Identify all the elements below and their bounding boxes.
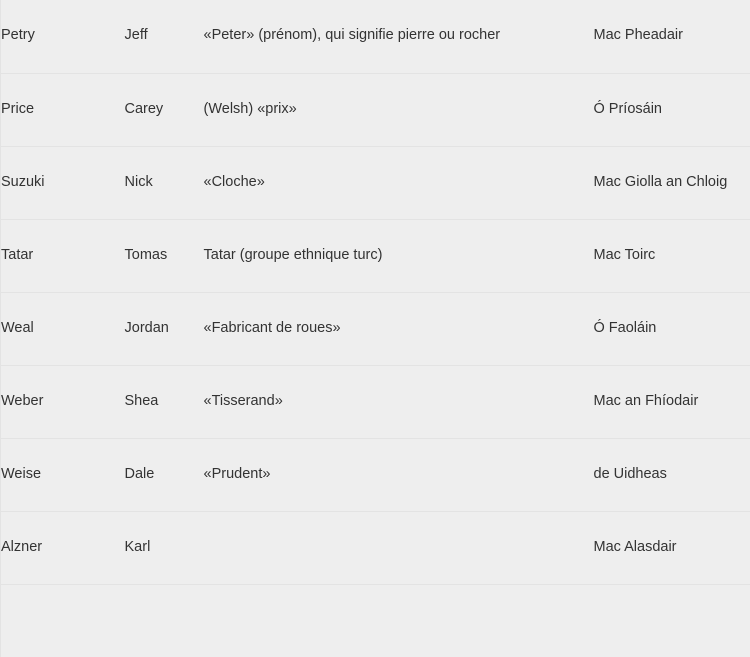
irish-text: Ó Príosáin [594,101,663,117]
cell-meaning: (Welsh) «prix» [204,73,594,146]
cell-surname: Weber [1,365,125,438]
cell-firstname: Dale [125,438,204,511]
cell-firstname: Shea [125,365,204,438]
cell-irish: Mac Alasdair [594,511,750,584]
meaning-text: «Fabricant de roues» [204,320,341,336]
table-row: Price Carey (Welsh) «prix» Ó Príosáin [1,73,750,146]
cell-meaning: «Prudent» [204,438,594,511]
surname-text: Suzuki [1,174,45,190]
cell-surname: Weal [1,292,125,365]
cell-meaning: «Tisserand» [204,365,594,438]
cell-surname: Price [1,73,125,146]
cell-irish: Mac Toirc [594,219,750,292]
table-row: Petry Jeff «Peter» (prénom), qui signifie … [1,0,750,73]
cell-meaning: «Cloche» [204,146,594,219]
meaning-text: Tatar (groupe ethnique turc) [204,247,383,263]
irish-text: Mac Pheadair [594,27,683,43]
cell-irish: Ó Príosáin [594,73,750,146]
table-row: Tatar Tomas Tatar (groupe ethnique turc) Ma… [1,219,750,292]
surname-text: Petry [1,27,35,43]
firstname-text: Tomas [125,247,168,263]
cell-surname: Alzner [1,511,125,584]
surname-text: Weise [1,466,41,482]
irish-text: Mac Toirc [594,247,656,263]
surname-text: Price [1,101,34,117]
table-row [1,584,750,657]
firstname-text: Dale [125,466,155,482]
cell-firstname [125,584,204,657]
cell-surname: Suzuki [1,146,125,219]
irish-text: Mac an Fhíodair [594,393,699,409]
table-row: Weber Shea «Tisserand» Mac an Fhíodair [1,365,750,438]
irish-text: Mac Alasdair [594,539,677,555]
cell-irish: Ó Faoláin [594,292,750,365]
surname-text: Weal [1,320,34,336]
firstname-text: Carey [125,101,164,117]
cell-irish: Mac Pheadair [594,0,750,73]
cell-firstname: Karl [125,511,204,584]
cell-irish: Mac an Fhíodair [594,365,750,438]
cell-meaning: «Peter» (prénom), qui signifie pierre ou… [204,0,594,73]
irish-text: de Uidheas [594,466,667,482]
table-row: Alzner Karl Mac Alasdair [1,511,750,584]
cell-firstname: Carey [125,73,204,146]
table-row: Weal Jordan «Fabricant de roues» Ó Faoláin [1,292,750,365]
meaning-text: «Cloche» [204,174,265,190]
cell-meaning: «Fabricant de roues» [204,292,594,365]
cell-surname [1,584,125,657]
cell-irish [594,584,750,657]
meaning-text: «Prudent» [204,466,271,482]
irish-text: Ó Faoláin [594,320,657,336]
surname-meanings-table: Petry Jeff «Peter» (prénom), qui signifie … [0,0,750,657]
firstname-text: Nick [125,174,153,190]
irish-text: Mac Giolla an Chloig [594,174,728,190]
firstname-text: Jordan [125,320,169,336]
surname-text: Tatar [1,247,33,263]
cell-surname: Petry [1,0,125,73]
surname-text: Weber [1,393,43,409]
meaning-text: «Peter» (prénom), qui signifie pierre ou… [204,27,501,43]
cell-meaning [204,511,594,584]
table-row: Weise Dale «Prudent» de Uidheas [1,438,750,511]
cell-firstname: Nick [125,146,204,219]
cell-meaning [204,584,594,657]
table-row: Suzuki Nick «Cloche» Mac Giolla an Chloig [1,146,750,219]
cell-irish: Mac Giolla an Chloig [594,146,750,219]
cell-surname: Tatar [1,219,125,292]
cell-surname: Weise [1,438,125,511]
meaning-text: (Welsh) «prix» [204,101,297,117]
firstname-text: Karl [125,539,151,555]
cell-firstname: Jordan [125,292,204,365]
firstname-text: Jeff [125,27,148,43]
cell-meaning: Tatar (groupe ethnique turc) [204,219,594,292]
cell-firstname: Tomas [125,219,204,292]
table-body: Petry Jeff «Peter» (prénom), qui signifie … [1,0,750,657]
cell-irish: de Uidheas [594,438,750,511]
meaning-text: «Tisserand» [204,393,283,409]
firstname-text: Shea [125,393,159,409]
cell-firstname: Jeff [125,0,204,73]
surname-text: Alzner [1,539,42,555]
